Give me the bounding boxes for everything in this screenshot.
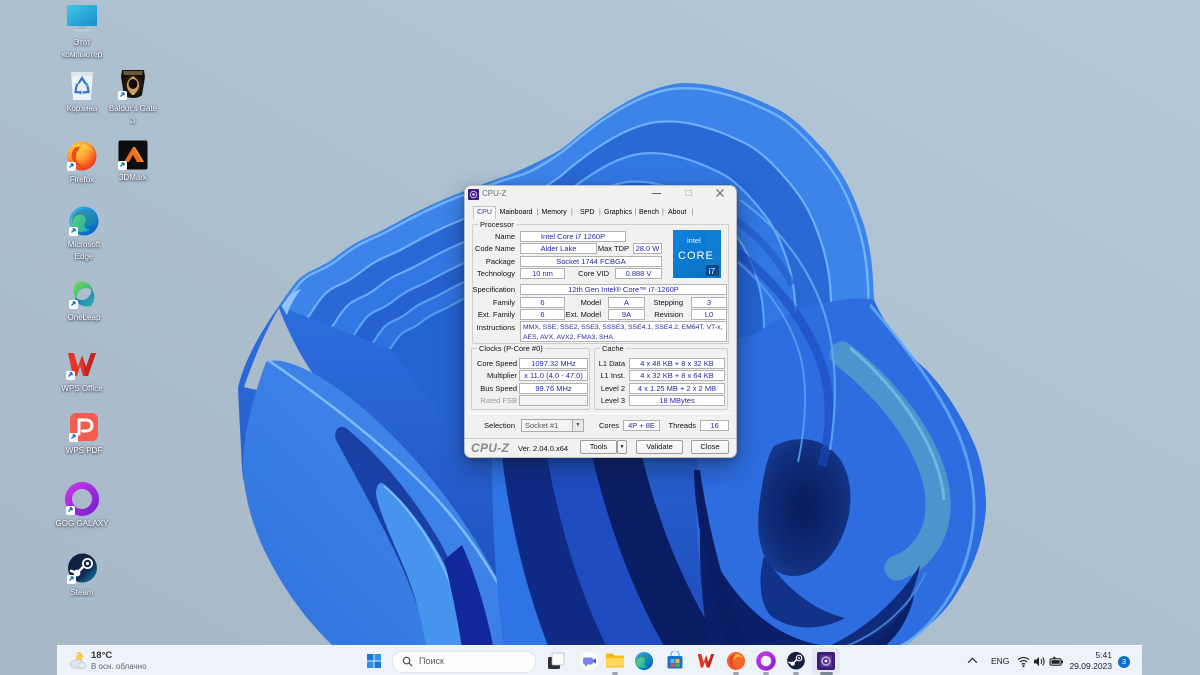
svg-text:i7: i7 <box>709 266 716 276</box>
svg-text:intel: intel <box>687 236 701 245</box>
svg-text:CORE: CORE <box>678 250 714 262</box>
